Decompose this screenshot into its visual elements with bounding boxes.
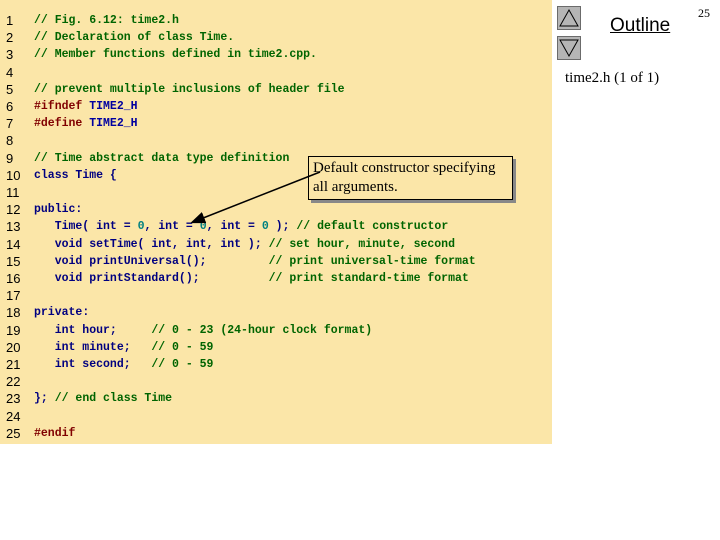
code-token: // end class Time <box>54 392 173 406</box>
code-token: // Fig. 6.12: time2.h <box>34 14 179 27</box>
code-line: Time( int = 0, int = 0, int = 0 ); // de… <box>34 218 449 235</box>
callout-box: Default constructor specifying all argum… <box>308 156 513 200</box>
code-line: #endif <box>34 425 75 442</box>
code-token: = <box>116 220 138 234</box>
line-number: 5 <box>6 81 14 97</box>
triangle-up-icon <box>559 8 579 27</box>
line-number: 7 <box>6 116 14 132</box>
code-line: void printUniversal(); // print universa… <box>34 253 476 270</box>
line-number: 13 <box>6 219 21 235</box>
line-number: 14 <box>6 236 21 252</box>
line-number: 22 <box>6 374 21 390</box>
line-number: 9 <box>6 150 14 166</box>
code-token: TIME2_H <box>89 117 138 131</box>
line-number: 4 <box>6 64 14 80</box>
line-number: 19 <box>6 322 21 338</box>
code-token: 0 <box>199 220 207 234</box>
code-line: // Fig. 6.12: time2.h <box>34 12 179 29</box>
code-token: : <box>75 203 83 217</box>
code-line: // Member functions defined in time2.cpp… <box>34 46 317 63</box>
code-token: // Member functions defined in time2.cpp… <box>34 48 317 62</box>
outline-subtitle: time2.h (1 of 1) <box>565 70 660 86</box>
code-token: Time( <box>34 220 97 234</box>
line-number: 25 <box>6 425 21 441</box>
code-line: private: <box>34 304 89 321</box>
line-number: 10 <box>6 167 21 183</box>
code-token: = <box>179 220 200 234</box>
previous-slide-button[interactable] <box>557 6 581 30</box>
code-token: void setTime( int, int, int ); <box>34 237 269 251</box>
line-number: 18 <box>6 305 21 321</box>
triangle-down-icon <box>559 39 579 58</box>
code-line: // Declaration of class Time. <box>34 29 234 46</box>
code-line: public: <box>34 201 82 218</box>
line-number: 1 <box>6 13 14 28</box>
line-number: 16 <box>6 271 21 286</box>
callout-text: Default constructor specifying all argum… <box>313 160 496 195</box>
line-number: 20 <box>6 339 21 355</box>
code-token: ); <box>268 220 297 234</box>
code-token: , <box>206 220 221 234</box>
code-token: class <box>34 168 76 182</box>
code-line: class Time { <box>34 167 117 184</box>
code-token: // 0 - 23 (24-hour clock format) <box>151 323 373 337</box>
code-token: // 0 - 59 <box>151 340 214 354</box>
code-token: }; <box>34 392 55 406</box>
code-token: , <box>144 220 159 234</box>
code-token: // default constructor <box>296 220 449 234</box>
outline-title[interactable]: Outline <box>610 15 670 37</box>
code-token: = <box>241 220 262 234</box>
code-token: 0 <box>261 220 269 234</box>
code-line: #ifndef TIME2_H <box>34 98 138 115</box>
line-number: 6 <box>6 99 14 114</box>
code-line: #define TIME2_H <box>34 115 138 132</box>
code-token: : <box>82 306 90 320</box>
line-number: 12 <box>6 202 21 218</box>
line-number: 24 <box>6 408 21 424</box>
code-token: // 0 - 59 <box>151 358 214 371</box>
line-number: 8 <box>6 133 14 149</box>
code-token: // set hour, minute, second <box>268 237 455 251</box>
code-token: #define <box>34 117 90 131</box>
code-token: int <box>220 220 242 234</box>
code-token: int <box>96 220 117 234</box>
code-line: int hour; // 0 - 23 (24-hour clock forma… <box>34 322 372 339</box>
code-token: void printStandard(); <box>34 272 269 285</box>
code-token: TIME2_H <box>89 100 138 113</box>
page-number: 25 <box>698 6 710 20</box>
line-number: 21 <box>6 357 21 372</box>
code-token: public <box>34 203 76 217</box>
code-line: }; // end class Time <box>34 390 172 407</box>
code-token: int hour; <box>34 323 152 337</box>
code-token: #endif <box>34 426 76 440</box>
line-number: 2 <box>6 30 14 46</box>
code-token: #ifndef <box>34 100 90 113</box>
next-slide-button[interactable] <box>557 36 581 60</box>
line-number: 15 <box>6 253 21 269</box>
code-token: // Time abstract data type definition <box>34 151 290 165</box>
line-number: 17 <box>6 288 21 304</box>
code-token: // prevent multiple inclusions of header… <box>34 82 345 96</box>
code-line: // prevent multiple inclusions of header… <box>34 81 345 98</box>
code-token: private <box>34 306 83 320</box>
code-token: // Declaration of class Time. <box>34 31 235 45</box>
code-token: // print standard-time format <box>268 272 469 285</box>
line-number: 23 <box>6 391 21 407</box>
code-token: int minute; <box>34 340 152 354</box>
code-token: // print universal-time format <box>268 254 476 268</box>
code-line: int minute; // 0 - 59 <box>34 339 214 356</box>
code-token: void printUniversal(); <box>34 254 269 268</box>
line-number: 3 <box>6 47 14 63</box>
code-token: int second; <box>34 358 152 371</box>
code-line: // Time abstract data type definition <box>34 150 289 167</box>
code-token: int <box>158 220 179 234</box>
code-line: int second; // 0 - 59 <box>34 356 214 373</box>
code-line: void setTime( int, int, int ); // set ho… <box>34 236 455 253</box>
code-token: Time { <box>75 168 117 182</box>
line-number: 11 <box>6 185 20 200</box>
code-line: void printStandard(); // print standard-… <box>34 270 469 287</box>
